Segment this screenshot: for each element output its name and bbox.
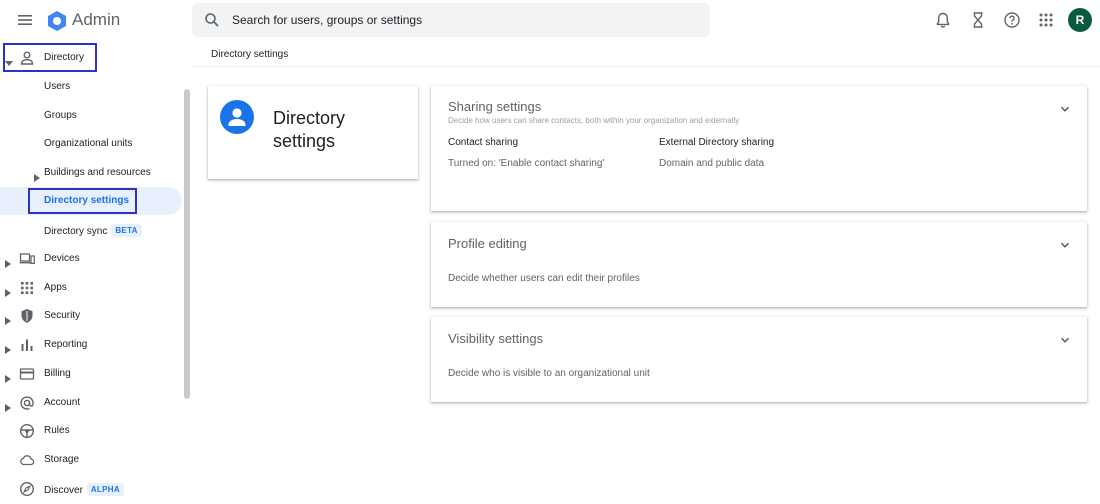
sidebar-item-groups[interactable]: Groups bbox=[0, 102, 182, 130]
discover-label: Discover bbox=[44, 485, 83, 496]
directory-settings-title-card: Directory settings bbox=[208, 86, 418, 179]
top-bar: Admin Search for users, groups or settin… bbox=[0, 0, 1100, 40]
sidebar-item-label: Directory settings bbox=[44, 195, 130, 206]
sidebar-item-label: Reporting bbox=[44, 339, 88, 350]
sidebar-item-users[interactable]: Users bbox=[0, 73, 182, 101]
sidebar-item-organizational-units[interactable]: Organizational units bbox=[0, 130, 182, 158]
sidebar-item-directory-settings[interactable]: Directory settings bbox=[0, 187, 182, 215]
expand-right-arrow-icon[interactable] bbox=[5, 255, 11, 268]
sidebar-item-label: Account bbox=[44, 397, 81, 408]
profile-editing-title[interactable]: Profile editing bbox=[448, 236, 527, 251]
chevron-down-icon[interactable] bbox=[1059, 238, 1071, 250]
expand-right-arrow-icon[interactable] bbox=[5, 284, 11, 297]
app-title[interactable]: Admin bbox=[72, 10, 120, 30]
header-divider bbox=[192, 66, 1100, 67]
sidebar-item-label: Groups bbox=[44, 110, 77, 121]
expand-down-arrow-icon[interactable] bbox=[5, 54, 13, 66]
at-sign-icon bbox=[19, 395, 35, 411]
profile-editing-panel[interactable]: Profile editing Decide whether users can… bbox=[431, 222, 1087, 307]
bar-chart-icon bbox=[19, 337, 35, 353]
account-avatar[interactable]: R bbox=[1068, 8, 1092, 32]
sidebar-item-storage[interactable]: Storage bbox=[0, 446, 182, 474]
notifications-bell-icon[interactable] bbox=[934, 11, 952, 29]
expand-right-arrow-icon[interactable] bbox=[5, 341, 11, 354]
cloud-icon bbox=[19, 452, 35, 468]
compass-icon bbox=[19, 481, 35, 497]
devices-icon bbox=[19, 251, 35, 267]
main-menu-icon[interactable] bbox=[16, 11, 34, 29]
search-icon bbox=[204, 12, 220, 28]
sharing-settings-panel[interactable]: Sharing settings Decide how users can sh… bbox=[431, 86, 1087, 211]
sharing-settings-subtitle: Decide how users can share contacts, bot… bbox=[448, 116, 740, 125]
chevron-down-icon[interactable] bbox=[1059, 333, 1071, 345]
sharing-settings-title[interactable]: Sharing settings bbox=[448, 99, 541, 114]
sidebar-item-label: Rules bbox=[44, 425, 70, 436]
person-icon bbox=[19, 50, 35, 66]
sidebar-item-label: Users bbox=[44, 81, 71, 92]
credit-card-icon bbox=[19, 366, 35, 382]
sidebar-item-label: Apps bbox=[44, 282, 67, 293]
sidebar-scrollbar[interactable] bbox=[184, 89, 190, 399]
visibility-settings-panel[interactable]: Visibility settings Decide who is visibl… bbox=[431, 317, 1087, 402]
visibility-settings-title[interactable]: Visibility settings bbox=[448, 331, 543, 346]
person-circle-icon bbox=[220, 100, 254, 134]
contact-sharing-value[interactable]: Turned on: 'Enable contact sharing' bbox=[448, 158, 604, 169]
tasks-hourglass-icon[interactable] bbox=[969, 11, 987, 29]
sidebar-item-label: Directory sync BETA bbox=[44, 224, 142, 237]
sidebar-item-apps[interactable]: Apps bbox=[0, 274, 182, 302]
profile-editing-description: Decide whether users can edit their prof… bbox=[448, 273, 640, 284]
page-title: Directory settings bbox=[273, 108, 346, 151]
sidebar-item-devices[interactable]: Devices bbox=[0, 245, 182, 273]
apps-grid-icon[interactable] bbox=[1037, 11, 1055, 29]
beta-badge: BETA bbox=[111, 224, 142, 237]
sidebar-item-security[interactable]: Security bbox=[0, 302, 182, 330]
visibility-settings-description: Decide who is visible to an organization… bbox=[448, 368, 650, 379]
search-input[interactable]: Search for users, groups or settings bbox=[232, 13, 422, 27]
external-directory-sharing-title[interactable]: External Directory sharing bbox=[659, 137, 774, 148]
sidebar-item-buildings-and-resources[interactable]: Buildings and resources bbox=[0, 159, 182, 187]
alpha-badge: ALPHA bbox=[86, 483, 124, 496]
breadcrumb[interactable]: Directory settings bbox=[211, 49, 288, 60]
shield-icon bbox=[19, 308, 35, 324]
expand-right-arrow-icon[interactable] bbox=[5, 370, 11, 383]
rules-wheel-icon bbox=[19, 423, 35, 439]
sidebar-item-account[interactable]: Account bbox=[0, 389, 182, 417]
contact-sharing-title[interactable]: Contact sharing bbox=[448, 137, 518, 148]
expand-right-arrow-icon[interactable] bbox=[34, 169, 40, 182]
sidebar: Directory Users Groups Organizational un… bbox=[0, 40, 192, 504]
expand-right-arrow-icon[interactable] bbox=[5, 312, 11, 325]
help-icon[interactable] bbox=[1003, 11, 1021, 29]
sidebar-item-reporting[interactable]: Reporting bbox=[0, 331, 182, 359]
sidebar-item-label: Buildings and resources bbox=[44, 167, 151, 178]
sidebar-item-label: Storage bbox=[44, 454, 80, 465]
sidebar-item-label: Organizational units bbox=[44, 138, 133, 149]
sidebar-item-label: Security bbox=[44, 310, 81, 321]
sidebar-item-label: Discover ALPHA bbox=[44, 483, 124, 496]
sidebar-item-label: Billing bbox=[44, 368, 71, 379]
apps-grid-icon bbox=[19, 280, 35, 296]
admin-logo-icon[interactable] bbox=[46, 10, 68, 32]
search-bar[interactable]: Search for users, groups or settings bbox=[192, 3, 710, 37]
chevron-down-icon[interactable] bbox=[1059, 102, 1071, 114]
sidebar-item-label: Devices bbox=[44, 253, 80, 264]
expand-right-arrow-icon[interactable] bbox=[5, 399, 11, 412]
sidebar-item-rules[interactable]: Rules bbox=[0, 417, 182, 445]
sidebar-item-billing[interactable]: Billing bbox=[0, 360, 182, 388]
directory-sync-label: Directory sync bbox=[44, 226, 108, 237]
sidebar-item-directory-sync[interactable]: Directory sync BETA bbox=[0, 216, 182, 244]
sidebar-item-directory[interactable]: Directory bbox=[0, 44, 182, 72]
external-directory-sharing-value[interactable]: Domain and public data bbox=[659, 158, 764, 169]
sidebar-item-label: Directory bbox=[44, 52, 85, 63]
sidebar-item-discover[interactable]: Discover ALPHA bbox=[0, 475, 182, 503]
